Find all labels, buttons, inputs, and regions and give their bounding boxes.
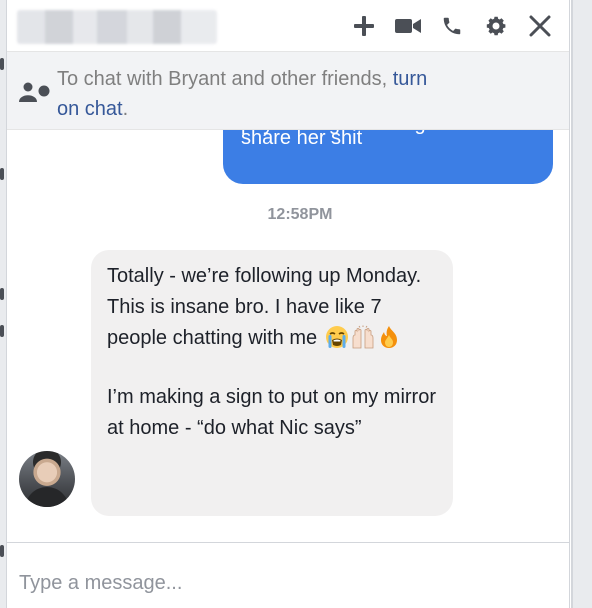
avatar-shoulders — [25, 487, 69, 507]
phone-icon[interactable] — [437, 12, 467, 40]
chat-window: To chat with Bryant and other friends, t… — [6, 0, 570, 608]
fire-icon — [377, 325, 401, 349]
right-page-gutter — [571, 0, 592, 608]
page-fragment — [0, 168, 4, 180]
page-fragment — [0, 325, 4, 337]
contact-name-blurred[interactable] — [17, 10, 217, 44]
gear-icon[interactable] — [481, 12, 511, 40]
page-fragment — [0, 545, 4, 557]
message-list[interactable]: payo and gets rolling. I'll share her sh… — [7, 130, 569, 542]
outgoing-message-bubble[interactable]: payo and gets rolling. I'll share her sh… — [223, 130, 553, 184]
window-edge — [571, 0, 573, 608]
close-icon[interactable] — [525, 12, 555, 40]
people-icon — [19, 82, 51, 107]
header-actions — [349, 12, 555, 40]
incoming-message-paragraph: Totally - we’re following up Monday. Thi… — [107, 261, 441, 354]
page-fragment — [0, 58, 4, 70]
message-input[interactable] — [19, 561, 539, 605]
chat-off-notice: To chat with Bryant and other friends, t… — [7, 52, 569, 130]
notice-suffix: . — [122, 98, 129, 120]
loudly-crying-face-icon — [325, 325, 349, 349]
message-composer — [7, 542, 569, 608]
video-camera-icon[interactable] — [393, 12, 423, 40]
message-timestamp: 12:58PM — [267, 206, 333, 223]
incoming-message-text-2: I’m making a sign to put on my mirror at… — [107, 386, 436, 439]
notice-message: To chat with Bryant and other friends, — [57, 68, 393, 90]
avatar[interactable] — [19, 451, 75, 507]
page-fragment — [0, 288, 4, 300]
chat-header — [7, 0, 569, 52]
raising-hands-icon — [351, 325, 375, 349]
incoming-message-bubble[interactable]: Totally - we’re following up Monday. Thi… — [91, 250, 453, 516]
plus-icon[interactable] — [349, 12, 379, 40]
notice-text: To chat with Bryant and other friends, t… — [57, 64, 437, 124]
outgoing-message-text: share her shit — [241, 130, 363, 149]
